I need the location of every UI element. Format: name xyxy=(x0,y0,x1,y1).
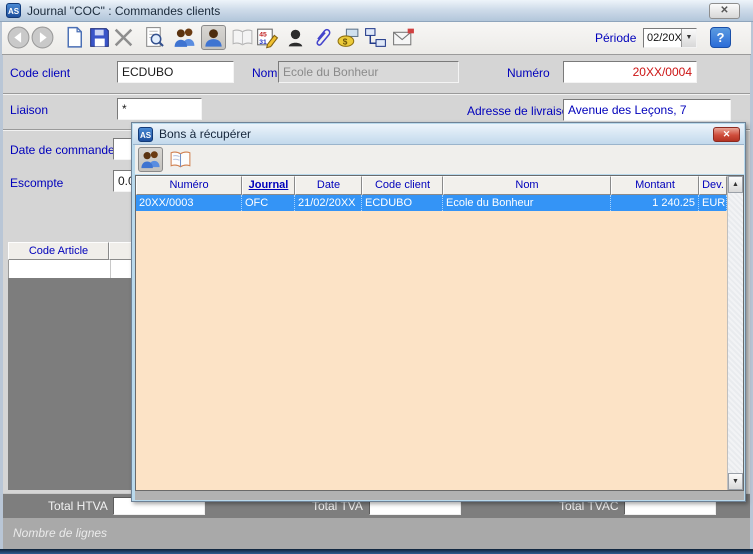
status-bar: Nombre de lignes xyxy=(3,518,750,549)
bons-table: Numéro Journal Date Code client Nom Mont… xyxy=(135,175,744,491)
column-header-journal[interactable]: Journal xyxy=(242,176,295,195)
column-header-dev[interactable]: Dev. xyxy=(699,176,727,195)
application-window: AS Journal "COC" : Commandes clients ✕ 4… xyxy=(0,0,753,554)
cell-journal[interactable]: OFC xyxy=(242,195,295,211)
main-toolbar: 4531 $ Période 02/20XX ▼ ? xyxy=(2,22,751,55)
catalog-book-icon[interactable] xyxy=(168,147,193,172)
delete-icon[interactable] xyxy=(111,25,136,50)
escompte-label: Escompte xyxy=(10,176,63,190)
nom-label: Nom xyxy=(252,66,277,80)
status-text: Nombre de lignes xyxy=(13,526,107,540)
person-icon[interactable] xyxy=(201,25,226,50)
dialog-bottom-strip xyxy=(135,491,744,500)
separator xyxy=(3,93,750,95)
dialog-toolbar xyxy=(135,145,744,174)
numero-field[interactable] xyxy=(563,61,697,83)
calendar-edit-icon[interactable]: 4531 xyxy=(254,25,279,50)
table-row-selected[interactable]: 20XX/0003 OFC 21/02/20XX ECDUBO Ecole du… xyxy=(136,195,727,211)
contact-icon[interactable] xyxy=(283,25,308,50)
svg-text:45: 45 xyxy=(259,31,267,38)
back-icon[interactable] xyxy=(6,25,31,50)
svg-text:31: 31 xyxy=(259,39,267,46)
code-client-field[interactable] xyxy=(117,61,234,83)
date-commande-label: Date de commande xyxy=(10,143,115,157)
numero-label: Numéro xyxy=(507,66,550,80)
window-frame-bottom xyxy=(0,549,753,554)
total-htva-label: Total HTVA xyxy=(48,499,108,513)
article-code-column-header[interactable]: Code Article xyxy=(8,242,109,260)
bons-a-recuperer-dialog: AS Bons à récupérer ✕ Numéro Journal Dat… xyxy=(131,122,746,502)
paperclip-icon[interactable] xyxy=(309,25,334,50)
column-header-montant[interactable]: Montant xyxy=(611,176,699,195)
column-header-code-client[interactable]: Code client xyxy=(362,176,443,195)
scroll-up-icon[interactable]: ▲ xyxy=(728,176,743,193)
save-icon[interactable] xyxy=(87,25,112,50)
scrollbar-track[interactable] xyxy=(728,193,743,473)
window-title: Journal "COC" : Commandes clients xyxy=(27,4,220,18)
vertical-scrollbar[interactable]: ▲ ▼ xyxy=(727,176,743,490)
clients-icon[interactable] xyxy=(138,147,163,172)
nom-field xyxy=(278,61,459,83)
adresse-livraison-field[interactable] xyxy=(563,99,731,121)
close-button[interactable]: ✕ xyxy=(709,3,740,19)
column-header-numero[interactable]: Numéro xyxy=(136,176,242,195)
forward-icon[interactable] xyxy=(30,25,55,50)
svg-text:$: $ xyxy=(343,36,348,46)
app-logo-icon: AS xyxy=(6,3,21,18)
help-button[interactable]: ? xyxy=(710,27,731,48)
cell-code-client[interactable]: ECDUBO xyxy=(362,195,443,211)
cell-date[interactable]: 21/02/20XX xyxy=(295,195,362,211)
bons-table-header-row: Numéro Journal Date Code client Nom Mont… xyxy=(136,176,727,195)
adresse-livraison-label: Adresse de livraison xyxy=(467,104,575,118)
title-bar[interactable]: AS Journal "COC" : Commandes clients ✕ xyxy=(0,0,753,22)
cell-nom[interactable]: Ecole du Bonheur xyxy=(443,195,611,211)
dialog-title-bar[interactable]: AS Bons à récupérer ✕ xyxy=(133,124,744,145)
dialog-close-button[interactable]: ✕ xyxy=(713,127,740,142)
periode-dropdown[interactable]: 02/20XX ▼ xyxy=(643,28,697,48)
code-client-label: Code client xyxy=(10,66,70,80)
liaison-field[interactable] xyxy=(117,98,202,120)
liaison-label: Liaison xyxy=(10,103,48,117)
structure-icon[interactable] xyxy=(363,25,388,50)
clients-icon[interactable] xyxy=(172,25,197,50)
periode-label: Période xyxy=(595,31,636,45)
dialog-title: Bons à récupérer xyxy=(159,127,251,141)
payment-icon[interactable]: $ xyxy=(336,25,361,50)
scroll-down-icon[interactable]: ▼ xyxy=(728,473,743,490)
app-logo-icon: AS xyxy=(138,127,153,142)
cell-devise[interactable]: EUR xyxy=(699,195,727,211)
cell-numero[interactable]: 20XX/0003 xyxy=(136,195,242,211)
new-document-icon[interactable] xyxy=(62,25,87,50)
cell-montant[interactable]: 1 240.25 xyxy=(611,195,699,211)
search-document-icon[interactable] xyxy=(142,25,167,50)
column-header-date[interactable]: Date xyxy=(295,176,362,195)
column-header-nom[interactable]: Nom xyxy=(443,176,611,195)
book-icon[interactable] xyxy=(230,25,255,50)
mail-icon[interactable] xyxy=(391,25,416,50)
table-empty-area xyxy=(136,211,727,490)
chevron-down-icon[interactable]: ▼ xyxy=(681,29,696,47)
